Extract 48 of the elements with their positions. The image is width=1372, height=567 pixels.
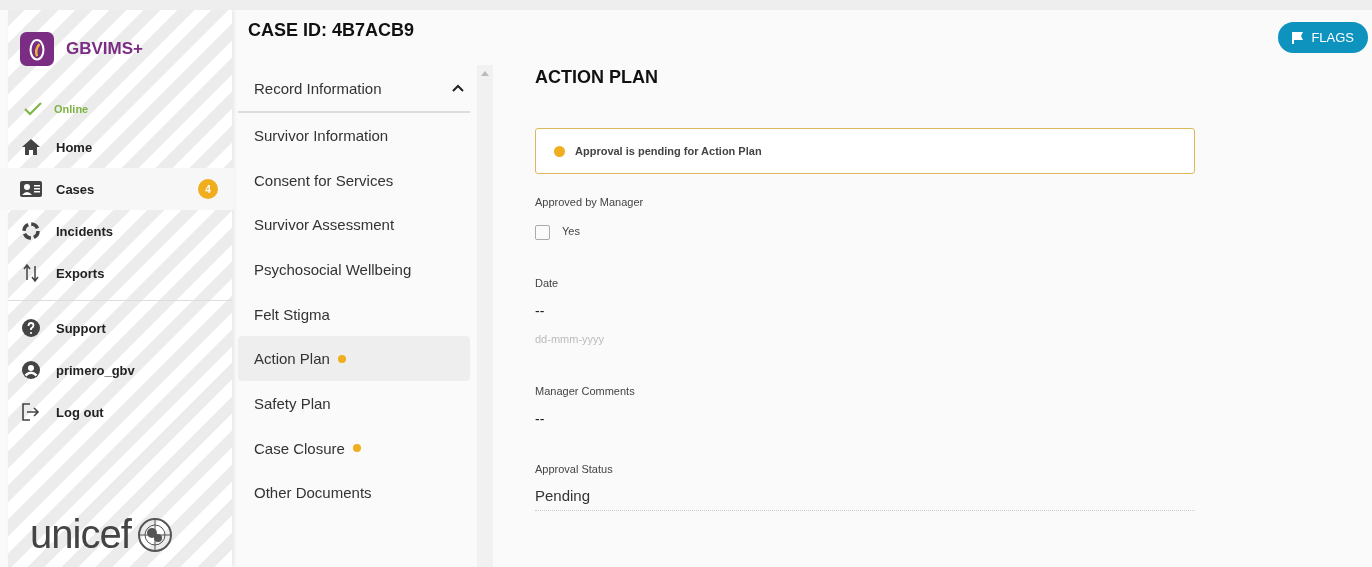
home-icon xyxy=(20,139,42,155)
count-badge: 4 xyxy=(198,179,218,199)
status-text: Online xyxy=(54,103,89,115)
scrollbar[interactable] xyxy=(477,65,493,567)
field-label: Approval Status xyxy=(535,463,614,475)
scroll-up-icon xyxy=(481,71,489,76)
section-header[interactable]: Record Information xyxy=(238,65,470,113)
case-title: CASE ID: 4B7ACB9 xyxy=(248,20,415,41)
form-title: ACTION PLAN xyxy=(535,67,659,88)
select-field[interactable]: Pending xyxy=(535,487,1195,511)
footer-logo-text: unicef xyxy=(30,512,131,557)
form-section-item[interactable]: Consent for Services xyxy=(238,157,470,203)
logout-icon xyxy=(20,403,42,421)
sidebar-item[interactable]: Support xyxy=(8,307,232,349)
date-format-hint: dd-mmm-yyyy xyxy=(535,333,606,345)
status-dot-icon xyxy=(554,145,565,157)
field-value: -- xyxy=(535,411,546,427)
check-icon xyxy=(24,102,42,116)
field-label: Date xyxy=(535,277,560,289)
form-section-item[interactable]: Survivor Assessment xyxy=(238,202,470,248)
alert-text: Approval is pending for Action Plan xyxy=(575,145,762,157)
flag-icon xyxy=(1292,31,1304,44)
checkbox-label: Yes xyxy=(562,225,580,237)
app-name: GBVIMS+ xyxy=(66,39,143,59)
form-section-item[interactable]: Other Documents xyxy=(238,470,470,516)
sidebar-item[interactable]: Home xyxy=(8,126,232,168)
field-value: -- xyxy=(535,303,546,319)
flags-button[interactable]: FLAGS xyxy=(1278,22,1368,53)
form-section-item[interactable]: Case Closure xyxy=(238,425,470,471)
sidebar-item[interactable]: Log out xyxy=(8,391,232,433)
field-label: Approved by Manager xyxy=(535,196,645,208)
id-card-icon xyxy=(20,181,42,197)
sidebar-item[interactable]: primero_gbv xyxy=(8,349,232,391)
checkbox[interactable] xyxy=(535,225,550,240)
form-section-item[interactable]: Psychosocial Wellbeing xyxy=(238,247,470,292)
form-section-item[interactable]: Survivor Information xyxy=(238,113,470,158)
field-label: Manager Comments xyxy=(535,385,636,397)
form-section-item[interactable]: Felt Stigma xyxy=(238,291,470,337)
globe-emblem-icon xyxy=(136,516,173,553)
form-section-item[interactable]: Safety Plan xyxy=(238,381,470,426)
form-section-item[interactable]: Action Plan xyxy=(238,336,470,382)
crosshair-icon xyxy=(20,222,42,240)
help-icon xyxy=(20,319,42,337)
user-icon xyxy=(20,361,42,379)
app-logo-icon xyxy=(20,32,54,66)
arrows-icon xyxy=(20,264,42,282)
sidebar-item[interactable]: Incidents xyxy=(8,210,232,252)
sidebar-item[interactable]: Exports xyxy=(8,252,232,294)
